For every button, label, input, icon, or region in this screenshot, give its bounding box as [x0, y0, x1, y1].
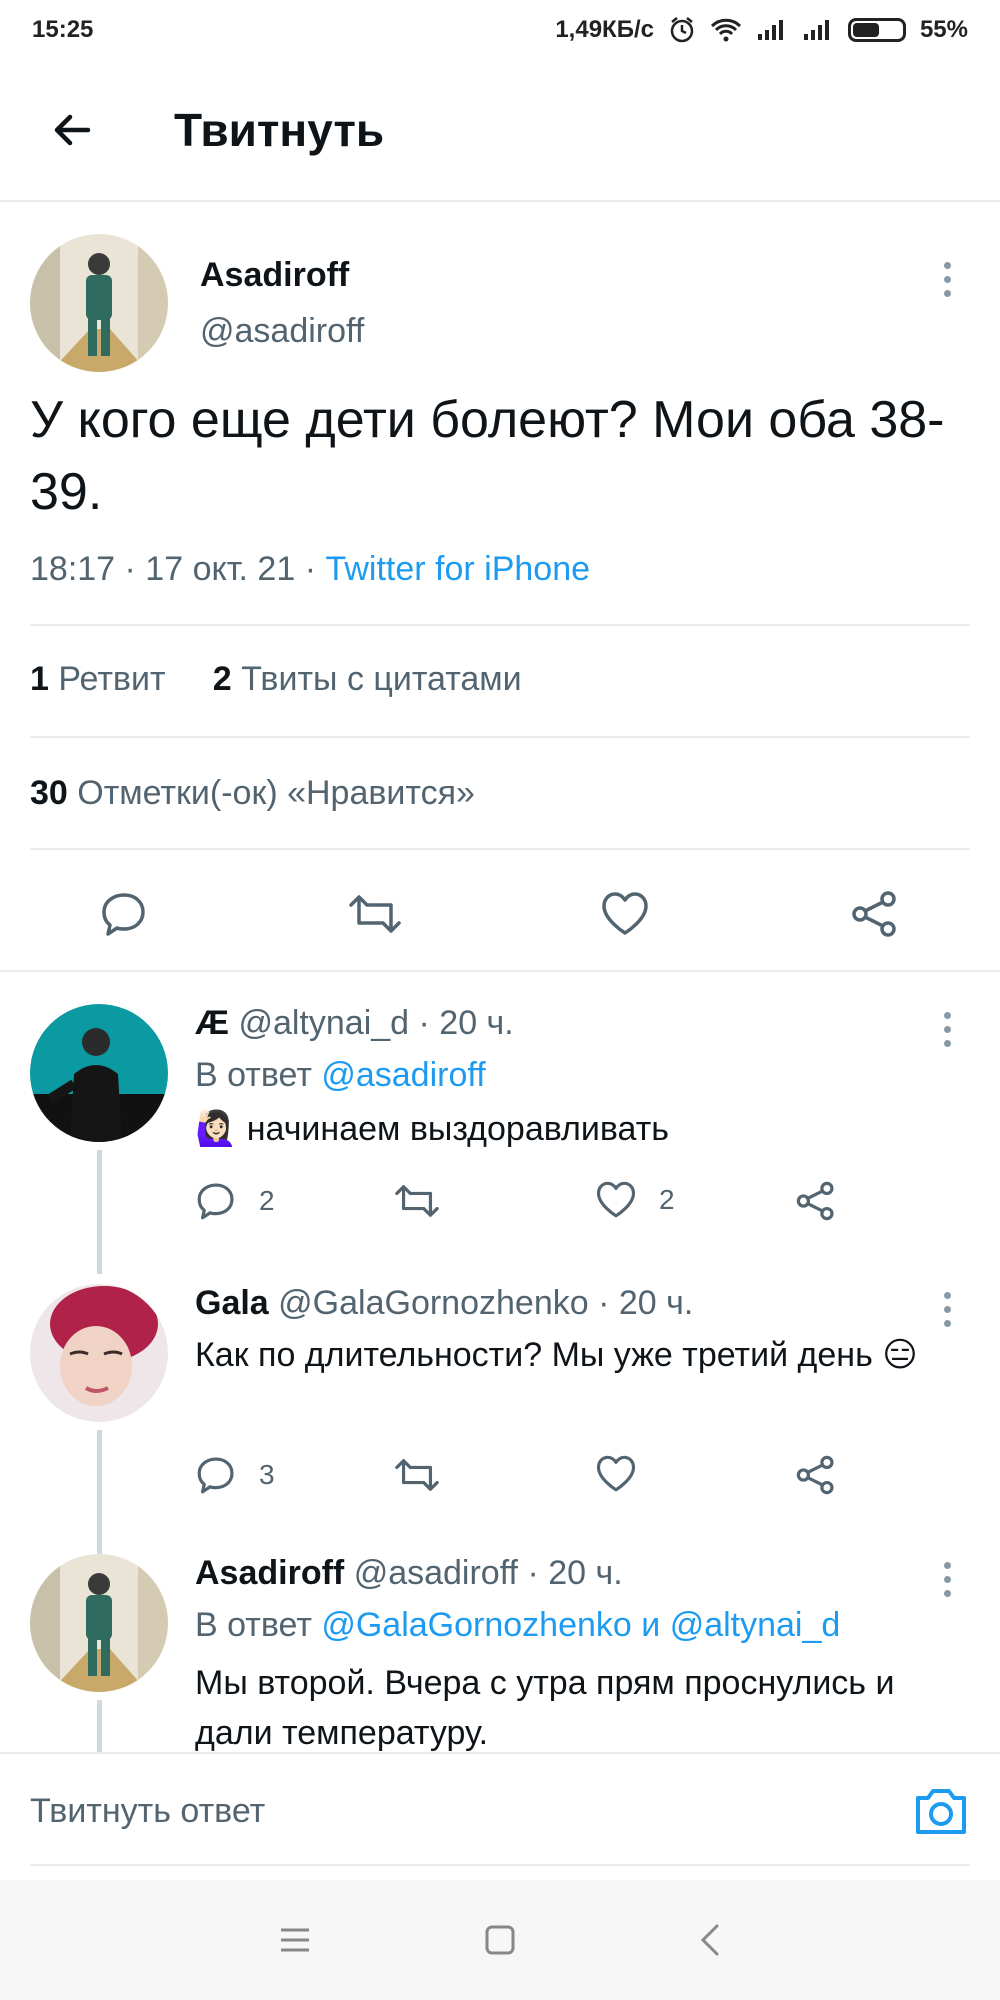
menu-icon[interactable]: [265, 1910, 325, 1970]
quotes-stat[interactable]: 2 Твиты с цитатами: [213, 660, 522, 698]
tweet-source-link[interactable]: Twitter for iPhone: [325, 550, 590, 588]
retweet-button[interactable]: [393, 1180, 441, 1222]
system-nav-bar: [0, 1880, 1000, 2000]
reply-time: · 20 ч.: [409, 1004, 514, 1042]
reply-text: 🙋🏻‍♀️ начинаем выздоравливать: [195, 1110, 669, 1148]
reply-button[interactable]: 2: [195, 1180, 275, 1222]
avatar[interactable]: [30, 1004, 168, 1142]
reply-button[interactable]: 3: [195, 1454, 275, 1496]
like-icon: [596, 1181, 636, 1218]
reply-compose-bar: Твитнуть ответ: [0, 1752, 1000, 1870]
home-icon[interactable]: [470, 1910, 530, 1970]
main-tweet: Asadiroff @asadiroff У кого еще дети бол…: [0, 204, 1000, 972]
reply-count: 2: [259, 1185, 275, 1216]
thread-line: [97, 1700, 102, 1752]
like-count: 2: [659, 1184, 675, 1215]
share-button[interactable]: [795, 1454, 837, 1496]
reply-icon: [197, 1457, 234, 1494]
more-options-icon[interactable]: [932, 1284, 962, 1334]
reply-header: Æ @altynai_d · 20 ч.: [195, 1004, 514, 1043]
signal-icon: [802, 18, 834, 42]
reply-author-name[interactable]: Asadiroff: [195, 1554, 344, 1592]
divider: [30, 1864, 970, 1866]
status-bar: 15:25 1,49КБ/с 55%: [0, 0, 1000, 60]
reply-author-name[interactable]: Gala: [195, 1284, 269, 1322]
mention-link[interactable]: @GalaGornozhenko и @altynai_d: [321, 1606, 840, 1644]
reply-header: Gala @GalaGornozhenko · 20 ч.: [195, 1284, 693, 1323]
status-time: 15:25: [32, 16, 94, 43]
retweet-stats: 1 Ретвит 2 Твиты с цитатами: [30, 660, 522, 699]
reply-icon[interactable]: [92, 882, 156, 946]
page-title: Твитнуть: [174, 104, 385, 156]
reply-text: Как по длительности? Мы уже третий день …: [195, 1336, 918, 1374]
divider: [30, 736, 970, 738]
reply-icon: [197, 1183, 234, 1220]
share-button[interactable]: [795, 1180, 837, 1222]
camera-icon[interactable]: [912, 1784, 970, 1838]
thread-line: [97, 1150, 102, 1274]
status-icons: 1,49КБ/с 55%: [555, 16, 968, 44]
author-name[interactable]: Asadiroff: [200, 256, 349, 295]
reply-input[interactable]: Твитнуть ответ: [30, 1792, 265, 1831]
battery-percent: 55%: [919, 16, 968, 43]
back-button[interactable]: [32, 90, 112, 170]
like-icon[interactable]: [593, 882, 657, 946]
reply-text: Мы второй. Вчера с утра прям проснулись …: [195, 1664, 895, 1752]
like-button[interactable]: [595, 1454, 637, 1494]
avatar[interactable]: [30, 234, 168, 372]
share-icon: [796, 1181, 834, 1221]
thread-line: [97, 1430, 102, 1556]
retweets-stat[interactable]: 1 Ретвит: [30, 660, 166, 698]
reply-time: · 20 ч.: [588, 1284, 694, 1322]
divider: [30, 624, 970, 626]
reply-time: · 20 ч.: [518, 1554, 623, 1592]
reply-action-bar: 2 2: [195, 1180, 875, 1240]
more-options-icon[interactable]: [932, 254, 962, 304]
wifi-icon: [710, 17, 742, 43]
avatar[interactable]: [30, 1284, 168, 1422]
divider: [0, 970, 1000, 972]
divider: [30, 848, 970, 850]
reply-header: Asadiroff @asadiroff · 20 ч.: [195, 1554, 623, 1593]
avatar[interactable]: [30, 1554, 168, 1692]
arrow-left-icon: [54, 114, 91, 146]
signal-icon: [756, 18, 788, 42]
likes-stat[interactable]: 30 Отметки(-ок) «Нравится»: [30, 774, 475, 813]
more-options-icon[interactable]: [932, 1554, 962, 1604]
share-icon[interactable]: [843, 882, 907, 946]
battery-icon: [847, 18, 906, 42]
tweet-timestamp: 18:17 · 17 окт. 21 ·: [30, 550, 326, 588]
like-button[interactable]: 2: [595, 1180, 675, 1220]
reply-tweet[interactable]: Asadiroff @asadiroff · 20 ч. В ответ @Ga…: [0, 1554, 1000, 1752]
more-options-icon[interactable]: [932, 1004, 962, 1054]
reply-author-name[interactable]: Æ: [195, 1004, 229, 1042]
retweet-icon[interactable]: [343, 882, 407, 946]
reply-author-handle[interactable]: @asadiroff: [354, 1554, 518, 1592]
tweet-meta: 18:17 · 17 окт. 21 · Twitter for iPhone: [30, 550, 590, 589]
reply-action-bar: 3: [195, 1454, 875, 1514]
reply-count: 3: [259, 1459, 275, 1490]
share-icon: [796, 1455, 834, 1495]
reply-author-handle[interactable]: @altynai_d: [238, 1004, 409, 1042]
app-header: Твитнуть: [0, 60, 1000, 202]
network-speed: 1,49КБ/с: [555, 16, 654, 43]
replying-to: В ответ @GalaGornozhenko и @altynai_d: [195, 1606, 841, 1644]
tweet-author-row: Asadiroff @asadiroff: [0, 204, 1000, 374]
tweet-action-bar: [0, 854, 1000, 974]
author-handle[interactable]: @asadiroff: [200, 312, 364, 351]
replying-to: В ответ @asadiroff: [195, 1056, 486, 1094]
tweet-text: У кого еще дети болеют? Мои оба 38-39.: [30, 391, 945, 521]
retweet-icon: [395, 1459, 439, 1491]
retweet-button[interactable]: [393, 1454, 441, 1496]
alarm-icon: [668, 16, 696, 44]
like-icon: [596, 1455, 636, 1492]
back-nav-icon[interactable]: [680, 1910, 740, 1970]
mention-link[interactable]: @asadiroff: [321, 1056, 485, 1094]
retweet-icon: [395, 1185, 439, 1217]
reply-author-handle[interactable]: @GalaGornozhenko: [278, 1284, 588, 1322]
